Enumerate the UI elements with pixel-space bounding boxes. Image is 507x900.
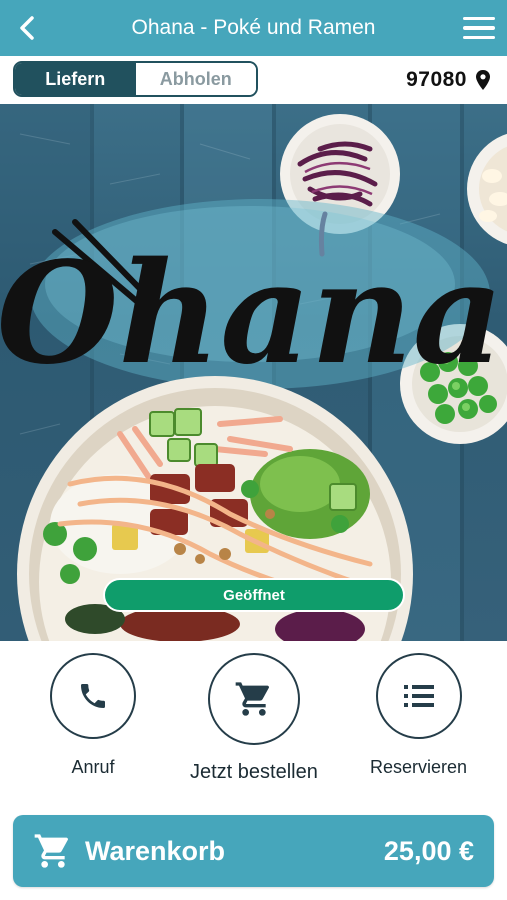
reserve-label: Reservieren bbox=[370, 757, 468, 777]
app-header: Ohana - Poké und Ramen bbox=[0, 0, 507, 56]
back-button[interactable] bbox=[10, 10, 46, 46]
status-badge: Geöffnet bbox=[103, 578, 405, 612]
cart-icon bbox=[34, 834, 68, 868]
hero-illustration: Ohana bbox=[0, 104, 507, 641]
cart-label: Warenkorb bbox=[85, 836, 226, 866]
menu-button[interactable] bbox=[459, 9, 499, 47]
tab-liefern[interactable]: Liefern bbox=[15, 63, 136, 95]
chevron-left-icon bbox=[20, 16, 34, 40]
rice-bowl bbox=[467, 133, 507, 245]
call-label: Anruf bbox=[71, 757, 115, 777]
postcode-selector[interactable]: 97080 bbox=[406, 66, 491, 94]
cart-icon bbox=[235, 682, 269, 716]
order-now-label: Jetzt bestellen bbox=[190, 761, 318, 783]
list-icon bbox=[403, 685, 434, 707]
order-now-button[interactable]: Jetzt bestellen bbox=[190, 653, 318, 784]
cart-button[interactable]: Warenkorb 25,00 € bbox=[13, 815, 494, 887]
page-title: Ohana - Poké und Ramen bbox=[131, 16, 376, 39]
quick-actions: Anruf Jetzt bestellen Reservieren bbox=[0, 641, 507, 801]
hamburger-menu-icon bbox=[463, 16, 495, 21]
call-button[interactable]: Anruf bbox=[50, 653, 136, 778]
phone-icon bbox=[81, 684, 105, 708]
delivery-mode-toggle: Liefern Abholen bbox=[13, 61, 258, 97]
restaurant-logo: Ohana bbox=[0, 232, 503, 396]
order-mode-bar: Liefern Abholen 97080 bbox=[0, 56, 507, 104]
cart-total: 25,00 € bbox=[383, 836, 474, 866]
tab-abholen[interactable]: Abholen bbox=[135, 63, 256, 95]
map-pin-icon bbox=[476, 70, 490, 90]
postcode-value: 97080 bbox=[406, 68, 467, 91]
restaurant-hero-image: Ohana Geöffnet bbox=[0, 104, 507, 641]
reserve-button[interactable]: Reservieren bbox=[370, 653, 467, 778]
